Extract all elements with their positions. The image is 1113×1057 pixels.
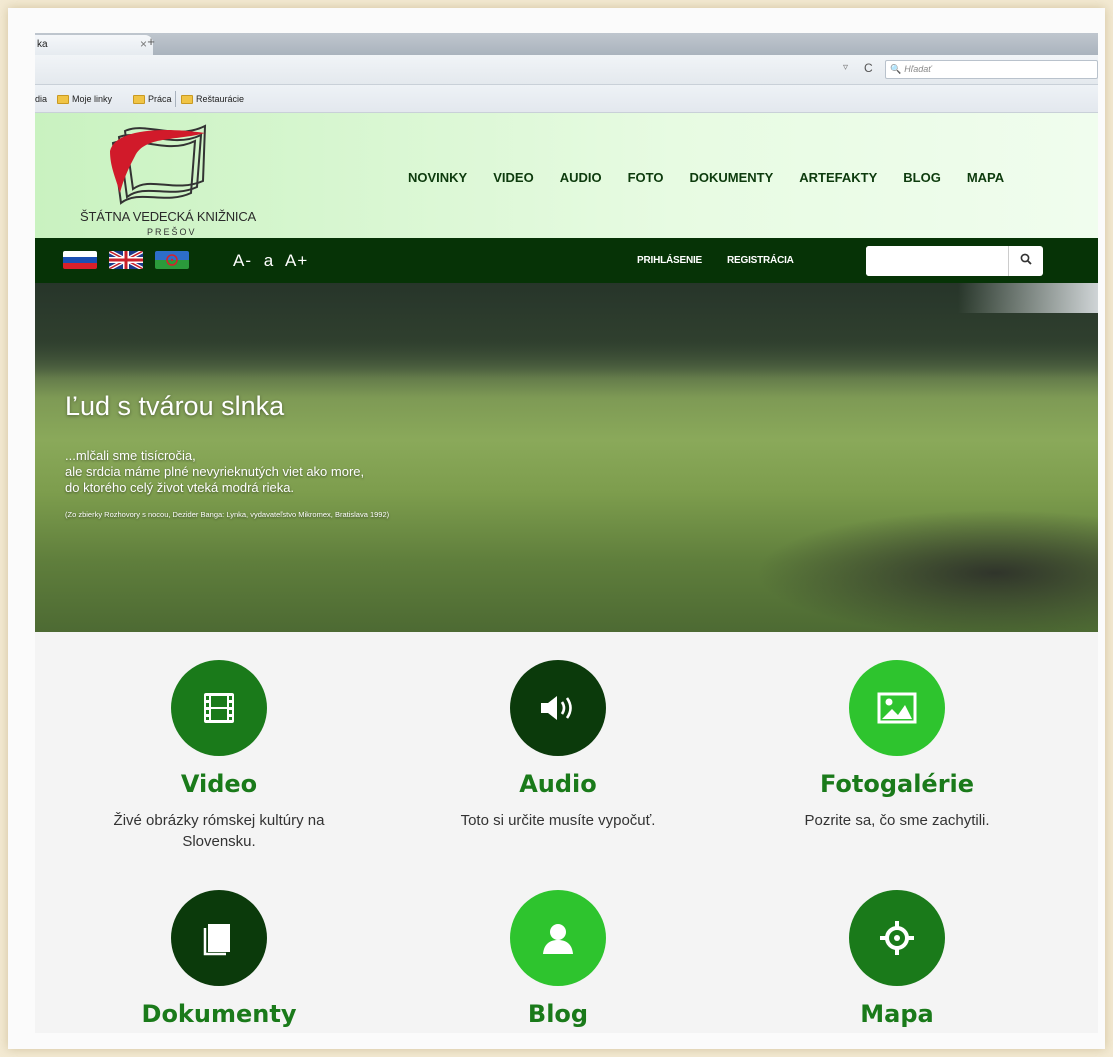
bookmark-separator xyxy=(175,91,176,107)
feature-desc-line: Toto si určite musíte vypočuť. xyxy=(460,812,656,829)
font-increase-button[interactable]: A+ xyxy=(285,251,308,270)
hero-poem: ...mlčali sme tisícročia, ale srdcia mám… xyxy=(65,448,364,496)
feature-audio[interactable]: Audio Toto si určite musíte vypočuť. xyxy=(428,660,688,831)
document-icon[interactable] xyxy=(171,890,267,986)
browser-tab[interactable]: ka × xyxy=(35,35,153,55)
feature-fotogalerie[interactable]: Fotogalérie Pozrite sa, čo sme zachytili… xyxy=(767,660,1027,831)
feature-desc-line: Živé obrázky rómskej kultúry na xyxy=(113,812,325,829)
picture-icon[interactable] xyxy=(849,660,945,756)
hero-source: (Zo zbierky Rozhovory s nocou, Dezider B… xyxy=(65,510,390,519)
logo-subtext: PREŠOV xyxy=(147,227,197,237)
logo[interactable]: ŠTÁTNA VEDECKÁ KNIŽNICA PREŠOV xyxy=(55,121,256,237)
nav-item-video[interactable]: VIDEO xyxy=(493,170,533,185)
folder-icon xyxy=(133,94,145,104)
hero-banner: Ľud s tvárou slnka ...mlčali sme tisícro… xyxy=(35,283,1098,632)
site-header: ŠTÁTNA VEDECKÁ KNIŽNICA PREŠOV NOVINKY V… xyxy=(35,113,1098,238)
nav-item-mapa[interactable]: MAPA xyxy=(967,170,1004,185)
magnifier-icon xyxy=(1020,253,1032,265)
font-size-controls: A- a A+ xyxy=(233,251,314,271)
font-reset-button[interactable]: a xyxy=(264,251,274,270)
browser-tab-bar: ka × + xyxy=(35,33,1098,55)
browser-nav-bar: ▿ C 🔍 Hľadať xyxy=(35,55,1098,85)
bookmark-label: Práca xyxy=(148,94,172,104)
register-link[interactable]: REGISTRÁCIA xyxy=(727,255,794,266)
crosshair-icon[interactable] xyxy=(849,890,945,986)
bookmark-item[interactable]: dia xyxy=(35,94,47,104)
bookmark-label: dia xyxy=(35,94,48,104)
poem-line: ale srdcia máme plné nevyrieknutých viet… xyxy=(65,464,365,479)
bookmark-folder[interactable]: Reštaurácie xyxy=(181,94,244,104)
feature-title[interactable]: Fotogalérie xyxy=(767,770,1027,798)
poem-line: ...mlčali sme tisícročia, xyxy=(65,448,196,463)
poem-line: do ktorého celý život vteká modrá rieka. xyxy=(65,480,295,495)
nav-item-blog[interactable]: BLOG xyxy=(903,170,941,185)
hero-sky xyxy=(958,283,1098,313)
font-decrease-button[interactable]: A- xyxy=(233,251,252,270)
feature-title[interactable]: Mapa xyxy=(767,1000,1027,1028)
nav-item-novinky[interactable]: NOVINKY xyxy=(408,170,467,185)
feature-description: Toto si určite musíte vypočuť. xyxy=(428,810,688,831)
browser-search-input[interactable]: 🔍 Hľadať xyxy=(885,60,1098,79)
hero-title: Ľud s tvárou slnka xyxy=(65,391,285,421)
feature-description: Živé obrázky rómskej kultúry na Slovensk… xyxy=(89,810,349,852)
feature-title[interactable]: Blog xyxy=(428,1000,688,1028)
folder-icon xyxy=(181,94,193,104)
bookmarks-bar: dia Moje linky Práca Reštaurácie xyxy=(35,85,1098,113)
main-nav: NOVINKY VIDEO AUDIO FOTO DOKUMENTY ARTEF… xyxy=(408,170,1030,185)
feature-title[interactable]: Dokumenty xyxy=(89,1000,349,1028)
folder-icon xyxy=(57,94,69,104)
bookmark-folder[interactable]: Moje linky xyxy=(57,94,112,104)
feature-blog[interactable]: Blog xyxy=(428,890,688,1028)
screenshot-area: ka × + ▿ C 🔍 Hľadať dia Moje linky Práca … xyxy=(35,33,1098,1033)
romani-flag-icon[interactable] xyxy=(155,251,189,269)
nav-item-artefakty[interactable]: ARTEFAKTY xyxy=(799,170,877,185)
site-search xyxy=(866,246,1043,276)
feature-dokumenty[interactable]: Dokumenty xyxy=(89,890,349,1028)
bookmark-folder[interactable]: Práca xyxy=(133,94,172,104)
hero-treeline xyxy=(35,283,1098,378)
nav-item-foto[interactable]: FOTO xyxy=(628,170,664,185)
feature-title[interactable]: Video xyxy=(89,770,349,798)
new-tab-button[interactable]: + xyxy=(143,35,159,51)
feature-video[interactable]: Video Živé obrázky rómskej kultúry na Sl… xyxy=(89,660,349,852)
uk-flag-icon[interactable] xyxy=(109,251,143,269)
feature-desc-line: Slovensku. xyxy=(182,833,256,850)
feature-description: Pozrite sa, čo sme zachytili. xyxy=(767,810,1027,831)
slovak-flag-icon[interactable] xyxy=(63,251,97,269)
logo-book-icon xyxy=(110,124,207,205)
bookmark-label: Reštaurácie xyxy=(196,94,245,104)
tab-title: ka xyxy=(37,39,48,50)
speaker-icon[interactable] xyxy=(510,660,606,756)
feature-desc-line: Pozrite sa, čo sme zachytili. xyxy=(804,812,990,829)
film-icon[interactable] xyxy=(171,660,267,756)
utility-bar: A- a A+ PRIHLÁSENIE REGISTRÁCIA xyxy=(35,238,1098,283)
feature-title[interactable]: Audio xyxy=(428,770,688,798)
search-icon: 🔍 xyxy=(890,64,902,74)
search-placeholder: Hľadať xyxy=(904,64,932,74)
user-icon[interactable] xyxy=(510,890,606,986)
logo-text: ŠTÁTNA VEDECKÁ KNIŽNICA xyxy=(80,209,256,224)
site-search-input[interactable] xyxy=(866,246,1007,276)
search-button[interactable] xyxy=(1008,246,1043,276)
feature-mapa[interactable]: Mapa xyxy=(767,890,1027,1028)
reload-icon[interactable]: C xyxy=(864,61,873,75)
nav-item-dokumenty[interactable]: DOKUMENTY xyxy=(689,170,773,185)
nav-item-audio[interactable]: AUDIO xyxy=(560,170,602,185)
login-link[interactable]: PRIHLÁSENIE xyxy=(637,255,702,266)
bookmark-label: Moje linky xyxy=(72,94,113,104)
